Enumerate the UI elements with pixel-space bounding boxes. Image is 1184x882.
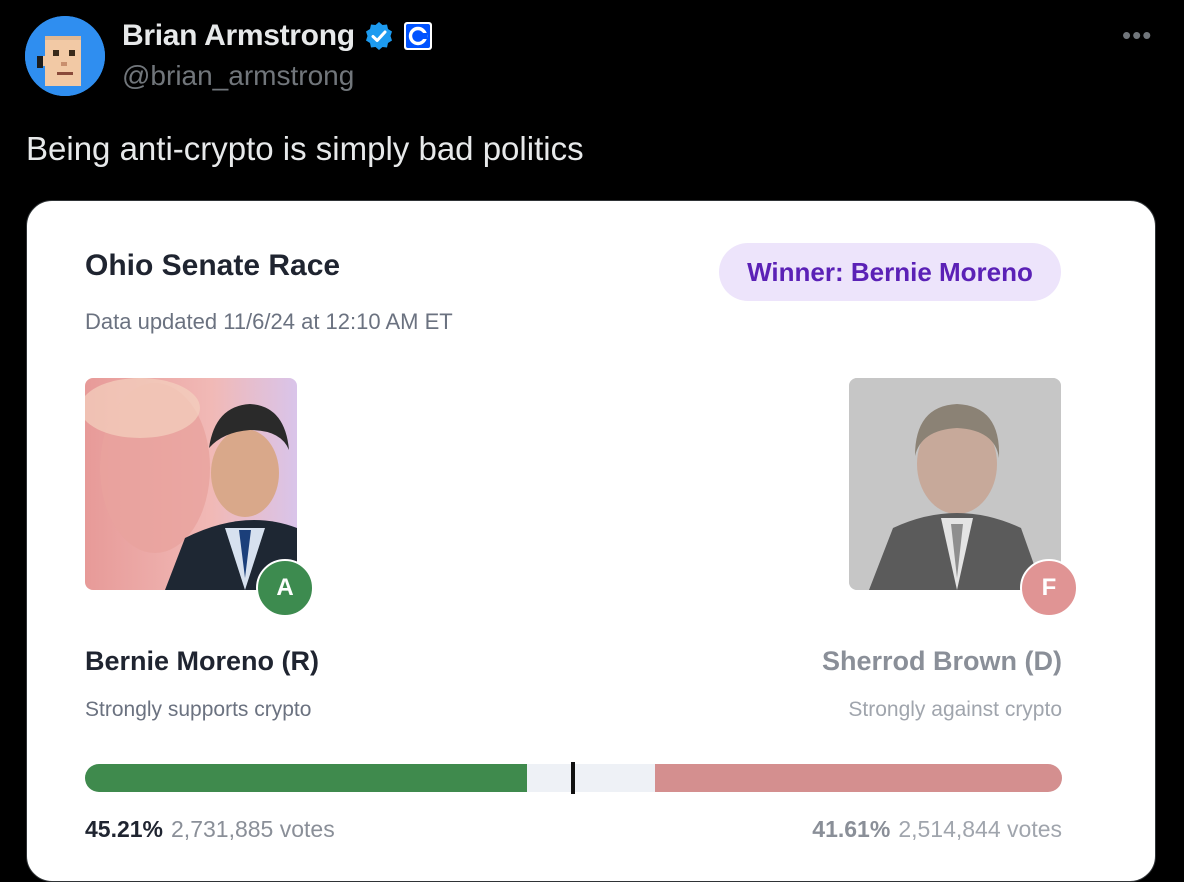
crypto-stance-brown: Strongly against crypto	[848, 698, 1062, 721]
grade-badge-moreno: A	[256, 559, 314, 617]
candidate-name-moreno: Bernie Moreno (R)	[85, 646, 320, 676]
data-updated-timestamp: Data updated 11/6/24 at 12:10 AM ET	[85, 309, 453, 334]
vote-percent-brown: 41.61%	[812, 816, 891, 842]
author-name[interactable]: Brian Armstrong	[122, 19, 355, 53]
candidate-portrait-icon	[849, 378, 1061, 590]
vote-count-moreno: 2,731,885 votes	[171, 816, 335, 842]
author-name-row: Brian Armstrong	[122, 16, 433, 56]
vote-bar-brown	[655, 764, 1062, 792]
candidate-portrait-icon	[85, 378, 297, 590]
author-avatar[interactable]	[25, 16, 105, 96]
more-options-icon[interactable]: •••	[1122, 20, 1152, 51]
coinbase-affiliate-icon[interactable]	[403, 21, 433, 51]
result-brown: 41.61% 2,514,844 votes	[812, 816, 1062, 843]
winner-label: Winner: Bernie Moreno	[747, 256, 1033, 287]
result-moreno: 45.21% 2,731,885 votes	[85, 816, 335, 843]
pixel-punk-avatar-icon	[25, 16, 105, 96]
vote-bar-moreno	[85, 764, 527, 792]
candidate-photo-brown	[849, 378, 1061, 590]
majority-marker	[571, 762, 575, 794]
race-title: Ohio Senate Race	[85, 249, 341, 282]
verified-badge-icon[interactable]	[363, 20, 395, 52]
grade-badge-brown: F	[1020, 559, 1078, 617]
vote-percent-moreno: 45.21%	[85, 816, 164, 842]
author-handle[interactable]: @brian_armstrong	[122, 60, 354, 92]
tweet-text: Being anti-crypto is simply bad politics	[26, 130, 584, 167]
candidate-photo-moreno	[85, 378, 297, 590]
vote-count-brown: 2,514,844 votes	[898, 816, 1062, 842]
candidate-name-brown: Sherrod Brown (D)	[822, 646, 1062, 676]
race-card[interactable]: Ohio Senate Race Data updated 11/6/24 at…	[26, 200, 1156, 882]
winner-badge: Winner: Bernie Moreno	[719, 243, 1061, 301]
crypto-stance-moreno: Strongly supports crypto	[85, 698, 312, 721]
